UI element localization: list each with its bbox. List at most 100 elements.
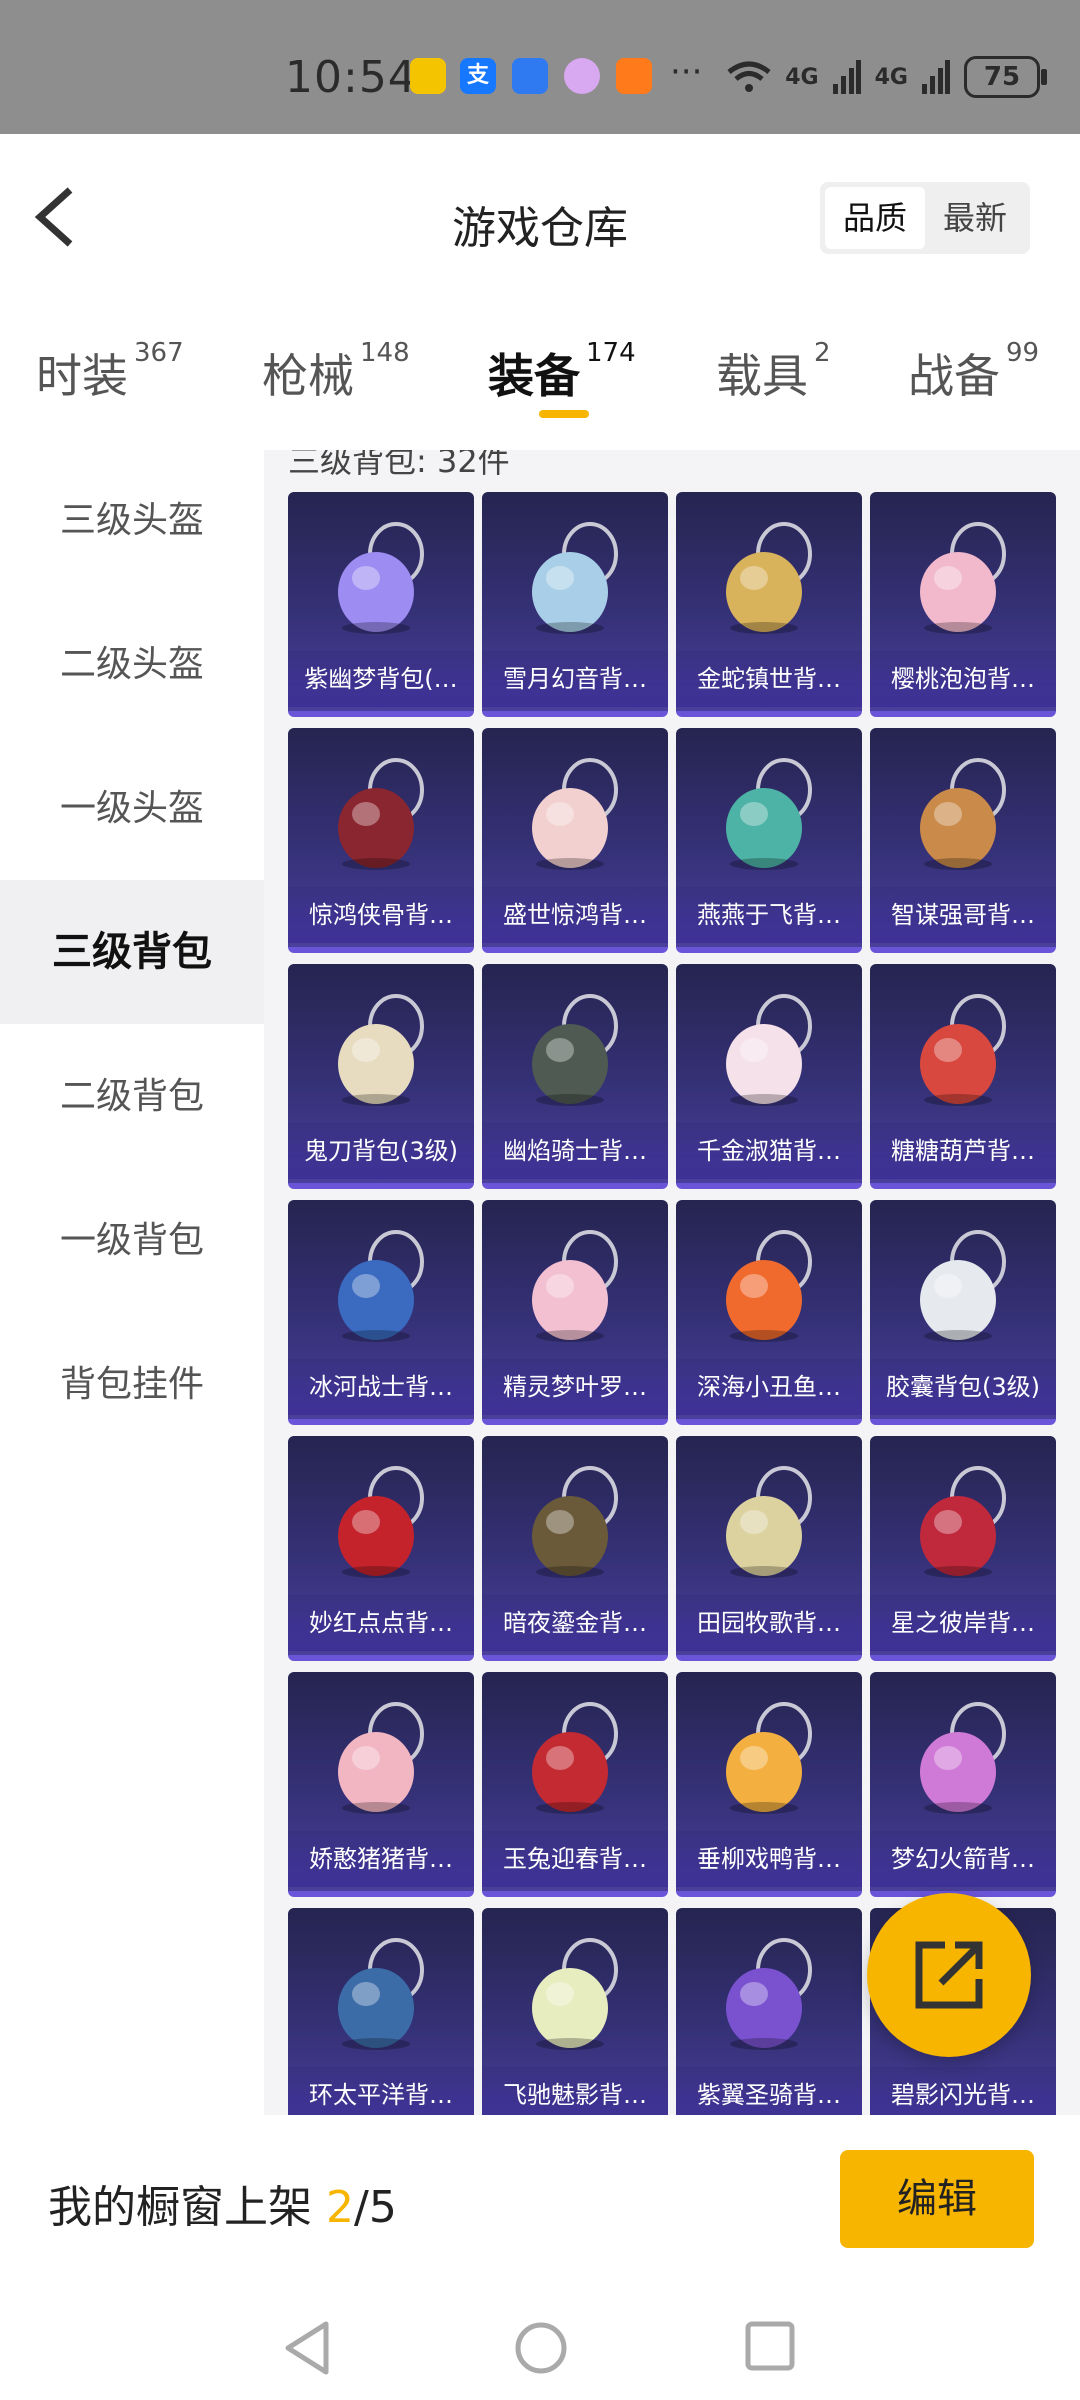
item-card[interactable]: 胶囊背包(3级)	[870, 1200, 1056, 1425]
flower-backpack-icon	[532, 758, 618, 870]
item-name: 紫翼圣骑背…	[676, 2067, 862, 2115]
battery-indicator: 75	[964, 56, 1047, 98]
item-name: 智谋强哥背…	[870, 887, 1056, 943]
candied-gourd-backpack-icon	[920, 994, 1006, 1106]
item-card[interactable]: 梦幻火箭背…	[870, 1672, 1056, 1897]
capsule-backpack-icon	[920, 1230, 1006, 1342]
tab-equipment[interactable]: 装备 174	[488, 338, 636, 406]
sidebar-item-level1-backpack[interactable]: 一级背包	[0, 1191, 264, 1291]
item-name: 垂柳戏鸭背…	[676, 1831, 862, 1887]
photos-app-icon	[564, 58, 600, 94]
item-card[interactable]: 田园牧歌背…	[676, 1436, 862, 1661]
item-name: 糖糖葫芦背…	[870, 1123, 1056, 1179]
item-list[interactable]: 三级背包: 32件 紫幽梦背包(… 雪月幻音背… 金蛇镇世背… 樱桃泡泡背… 惊鸿侠骨背…	[264, 450, 1080, 2115]
tab-count: 99	[1006, 338, 1040, 368]
item-name: 燕燕于飞背…	[676, 887, 862, 943]
item-name: 胶囊背包(3级)	[870, 1359, 1056, 1415]
tab-count: 2	[814, 338, 831, 368]
glacier-warrior-backpack-icon	[338, 1230, 424, 1342]
network-1: 4G	[785, 64, 819, 90]
tab-combat-supplies[interactable]: 战备 99	[908, 338, 1040, 406]
item-name: 紫幽梦背包(…	[288, 651, 474, 707]
sidebar-item-level1-helmet[interactable]: 一级头盔	[0, 759, 264, 859]
tab-label: 时装	[36, 349, 128, 403]
cherry-bubble-backpack-icon	[920, 522, 1006, 634]
nav-home-icon[interactable]	[513, 2320, 569, 2376]
item-card[interactable]: 金蛇镇世背…	[676, 492, 862, 717]
item-card[interactable]: 樱桃泡泡背…	[870, 492, 1056, 717]
item-card[interactable]: 深海小丑鱼…	[676, 1200, 862, 1425]
sidebar-item-level3-helmet[interactable]: 三级头盔	[0, 471, 264, 571]
item-card[interactable]: 飞驰魅影背…	[482, 1908, 668, 2115]
flower-basket-backpack-icon	[726, 1466, 812, 1578]
item-card[interactable]: 智谋强哥背…	[870, 728, 1056, 953]
item-name: 幽焰骑士背…	[482, 1123, 668, 1179]
item-card[interactable]: 玉兔迎春背…	[482, 1672, 668, 1897]
active-tab-indicator	[539, 410, 589, 418]
tab-vehicles[interactable]: 载具 2	[716, 338, 831, 406]
ghost-blade-backpack-icon	[338, 994, 424, 1106]
signal-2-icon	[922, 60, 950, 94]
video-app-icon	[616, 58, 652, 94]
sidebar-item-backpack-charm[interactable]: 背包挂件	[0, 1335, 264, 1435]
tab-label: 枪械	[262, 349, 354, 403]
item-card[interactable]: 惊鸿侠骨背…	[288, 728, 474, 953]
status-time: 10:54	[285, 52, 417, 103]
sidebar: 三级头盔 二级头盔 一级头盔 三级背包 二级背包 一级背包 背包挂件	[0, 450, 264, 2110]
mecha-backpack-icon	[338, 1938, 424, 2050]
item-card[interactable]: 暗夜鎏金背…	[482, 1436, 668, 1661]
pig-backpack-icon	[338, 1702, 424, 1814]
item-name: 星之彼岸背…	[870, 1595, 1056, 1651]
sidebar-item-level2-backpack[interactable]: 二级背包	[0, 1047, 264, 1147]
item-card[interactable]: 雪月幻音背…	[482, 492, 668, 717]
item-name: 田园牧歌背…	[676, 1595, 862, 1651]
sort-quality-button[interactable]: 品质	[825, 187, 925, 249]
tab-fashion[interactable]: 时装 367	[36, 338, 184, 406]
item-name: 碧影闪光背…	[870, 2067, 1056, 2115]
more-notifications-icon: ···	[670, 52, 703, 92]
showcase-current: 2	[326, 2182, 354, 2233]
item-card[interactable]: 垂柳戏鸭背…	[676, 1672, 862, 1897]
ladybug-backpack-icon	[338, 1466, 424, 1578]
item-card[interactable]: 糖糖葫芦背…	[870, 964, 1056, 1189]
sort-newest-button[interactable]: 最新	[925, 187, 1025, 249]
item-card[interactable]: 盛世惊鸿背…	[482, 728, 668, 953]
item-card[interactable]: 冰河战士背…	[288, 1200, 474, 1425]
item-card[interactable]: 妙红点点背…	[288, 1436, 474, 1661]
nav-recents-icon[interactable]	[744, 2320, 796, 2372]
edit-button[interactable]: 编辑	[840, 2150, 1034, 2248]
item-card[interactable]: 环太平洋背…	[288, 1908, 474, 2115]
item-card[interactable]: 星之彼岸背…	[870, 1436, 1056, 1661]
network-2: 4G	[874, 64, 908, 90]
system-nav-bar	[0, 2290, 1080, 2400]
item-name: 暗夜鎏金背…	[482, 1595, 668, 1651]
duck-backpack-icon	[726, 1702, 812, 1814]
item-card[interactable]: 幽焰骑士背…	[482, 964, 668, 1189]
purple-wing-backpack-icon	[726, 1938, 812, 2050]
app-game-icon	[410, 58, 446, 94]
item-card[interactable]: 燕燕于飞背…	[676, 728, 862, 953]
snow-moon-backpack-icon	[532, 522, 618, 634]
item-card[interactable]: 精灵梦叶罗…	[482, 1200, 668, 1425]
sidebar-item-level2-helmet[interactable]: 二级头盔	[0, 615, 264, 715]
nav-back-icon[interactable]	[282, 2320, 332, 2376]
item-card[interactable]: 娇憨猪猪背…	[288, 1672, 474, 1897]
tab-label: 装备	[488, 349, 580, 403]
tab-count: 367	[134, 338, 184, 368]
item-card[interactable]: 千金淑猫背…	[676, 964, 862, 1189]
item-name: 深海小丑鱼…	[676, 1359, 862, 1415]
item-name: 雪月幻音背…	[482, 651, 668, 707]
item-name: 精灵梦叶罗…	[482, 1359, 668, 1415]
item-card[interactable]: 鬼刀背包(3级)	[288, 964, 474, 1189]
item-name: 环太平洋背…	[288, 2067, 474, 2115]
tab-firearms[interactable]: 枪械 148	[262, 338, 410, 406]
share-button[interactable]	[867, 1893, 1031, 2057]
cat-backpack-icon	[726, 994, 812, 1106]
sidebar-item-level3-backpack[interactable]: 三级背包	[0, 880, 264, 1024]
tab-label: 战备	[908, 349, 1000, 403]
heart-elf-backpack-icon	[532, 1230, 618, 1342]
shield-app-icon	[512, 58, 548, 94]
item-card[interactable]: 紫翼圣骑背…	[676, 1908, 862, 2115]
showcase-bar: 我的橱窗上架 2/5 编辑	[0, 2115, 1080, 2290]
item-card[interactable]: 紫幽梦背包(…	[288, 492, 474, 717]
